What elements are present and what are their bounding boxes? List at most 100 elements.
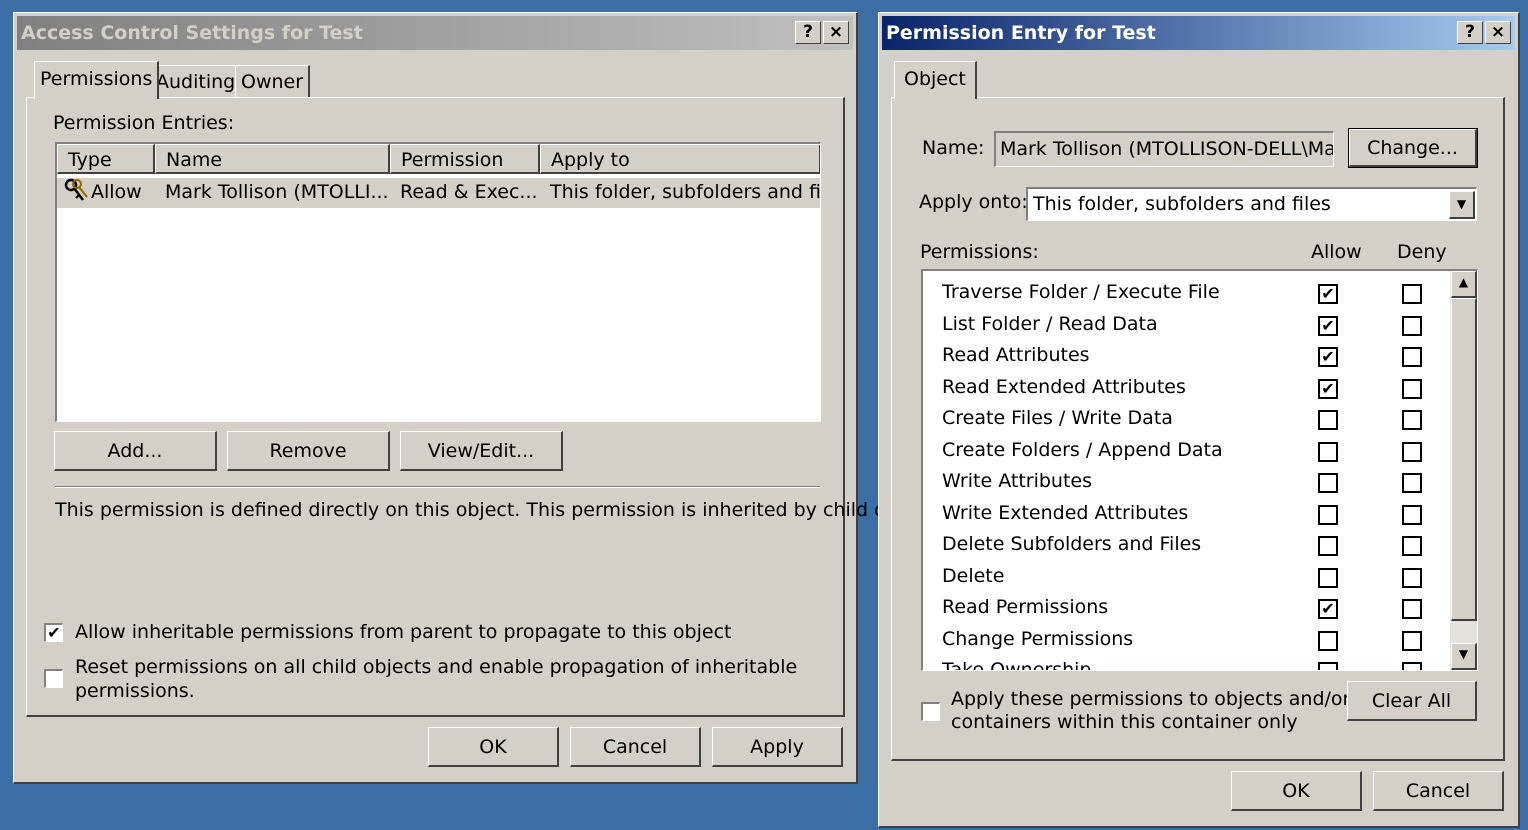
apply-button[interactable]: Apply [712, 727, 843, 767]
deny-checkbox[interactable] [1402, 662, 1422, 670]
ok-button[interactable]: OK [428, 727, 559, 767]
column-header-permission[interactable]: Permission [390, 144, 540, 174]
change-button[interactable]: Change... [1348, 128, 1478, 168]
apply-onto-dropdown[interactable]: This folder, subfolders and files ▼ [1026, 187, 1477, 221]
cancel-button[interactable]: Cancel [1373, 771, 1504, 811]
access-control-title: Access Control Settings for Test [21, 22, 363, 44]
close-button[interactable]: × [823, 21, 849, 44]
permission-name: Delete [942, 564, 1005, 587]
access-control-dialog: Access Control Settings for Test ? × Per… [13, 12, 949, 784]
allow-checkbox[interactable] [1318, 536, 1338, 556]
permission-name: Write Extended Attributes [942, 501, 1189, 524]
deny-checkbox[interactable] [1402, 630, 1422, 651]
list-item: Change Permissions [923, 626, 1449, 656]
inherit-label[interactable]: Allow inheritable permissions from paren… [75, 621, 731, 643]
reset-label-line2[interactable]: permissions. [75, 680, 195, 702]
deny-column-header: Deny [1397, 241, 1447, 263]
allow-checkbox[interactable] [1318, 662, 1338, 670]
allow-checkbox[interactable] [1318, 410, 1338, 430]
reset-label-line1[interactable]: Reset permissions on all child objects a… [75, 656, 797, 678]
allow-checkbox[interactable] [1318, 567, 1338, 588]
tab-auditing[interactable]: Auditing [150, 65, 243, 97]
column-header-type[interactable]: Type [57, 144, 155, 174]
apply-within-label-line2[interactable]: containers within this container only [951, 711, 1298, 733]
list-item: Delete Subfolders and Files [923, 531, 1449, 561]
allow-column-header: Allow [1311, 241, 1362, 263]
check-icon: ✔ [1321, 378, 1335, 398]
allow-checkbox[interactable]: ✔ [1318, 347, 1338, 367]
apply-onto-value: This folder, subfolders and files [1033, 193, 1331, 215]
deny-checkbox[interactable] [1402, 504, 1422, 525]
scroll-down-icon[interactable]: ▼ [1451, 643, 1477, 670]
keys-icon [63, 178, 89, 212]
scroll-down-glyph: ▼ [1458, 647, 1469, 661]
deny-checkbox[interactable] [1402, 410, 1422, 430]
allow-checkbox[interactable] [1318, 441, 1338, 462]
permission-entry-titlebar[interactable]: Permission Entry for Test ? × [882, 16, 1515, 50]
permission-name: Write Attributes [942, 470, 1092, 492]
allow-checkbox[interactable] [1318, 630, 1338, 651]
tab-owner-label: Owner [241, 71, 304, 93]
deny-checkbox[interactable] [1402, 599, 1422, 619]
deny-checkbox[interactable] [1402, 284, 1422, 304]
apply-within-checkbox[interactable] [921, 702, 940, 721]
column-header-apply-to[interactable]: Apply to [540, 144, 820, 174]
deny-checkbox[interactable] [1402, 567, 1422, 588]
permission-name: Create Files / Write Data [942, 407, 1173, 429]
apply-onto-label: Apply onto: [919, 191, 1028, 213]
list-item: Read Extended Attributes ✔ [923, 374, 1449, 404]
scroll-thumb[interactable] [1451, 298, 1477, 621]
help-button[interactable]: ? [795, 21, 821, 44]
allow-checkbox[interactable] [1318, 504, 1338, 525]
deny-checkbox[interactable] [1402, 347, 1422, 367]
inherit-checkbox[interactable]: ✔ [44, 623, 63, 642]
cancel-button[interactable]: Cancel [570, 727, 701, 767]
permission-name: Take Ownership [942, 659, 1092, 671]
allow-checkbox[interactable]: ✔ [1318, 378, 1338, 399]
permission-name: Traverse Folder / Execute File [942, 281, 1220, 303]
allow-checkbox[interactable] [1318, 473, 1338, 493]
chevron-down-icon[interactable]: ▼ [1449, 191, 1475, 219]
deny-checkbox[interactable] [1402, 378, 1422, 399]
allow-checkbox[interactable]: ✔ [1318, 315, 1338, 336]
allow-checkbox[interactable]: ✔ [1318, 284, 1338, 304]
access-control-titlebar[interactable]: Access Control Settings for Test ? × [17, 16, 853, 50]
permission-name: Change Permissions [942, 627, 1134, 650]
deny-checkbox[interactable] [1402, 536, 1422, 556]
permissions-list[interactable]: Traverse Folder / Execute File ✔ List Fold… [921, 269, 1478, 671]
check-icon: ✔ [1321, 599, 1335, 618]
scroll-up-icon[interactable]: ▲ [1451, 271, 1477, 298]
clear-all-button[interactable]: Clear All [1347, 681, 1477, 721]
close-button[interactable]: × [1485, 21, 1511, 44]
tab-owner[interactable]: Owner [235, 65, 311, 97]
deny-checkbox[interactable] [1402, 473, 1422, 493]
remove-button[interactable]: Remove [227, 431, 390, 471]
list-item: Create Files / Write Data [923, 405, 1449, 435]
tab-object[interactable]: Object [894, 61, 977, 99]
permission-name: Read Attributes [942, 344, 1090, 366]
deny-checkbox[interactable] [1402, 441, 1422, 462]
column-header-name[interactable]: Name [155, 144, 390, 174]
row-name: Mark Tollison (MTOLLI... [165, 181, 389, 203]
deny-checkbox[interactable] [1402, 315, 1422, 336]
permissions-scrollbar[interactable]: ▲ ▼ [1450, 271, 1477, 670]
view-edit-button[interactable]: View/Edit... [400, 431, 563, 471]
permission-entries-list[interactable]: Type Name Permission Apply to Allow Mark… [55, 142, 821, 422]
ok-button[interactable]: OK [1231, 771, 1362, 811]
column-type-label: Type [68, 149, 112, 171]
scroll-up-glyph: ▲ [1458, 275, 1469, 289]
add-button[interactable]: Add... [54, 431, 217, 471]
list-item: Read Permissions ✔ [923, 594, 1449, 624]
permission-description: This permission is defined directly on t… [55, 499, 949, 521]
permission-entry-dialog: Permission Entry for Test ? × Object Nam… [878, 12, 1520, 828]
tab-permissions[interactable]: Permissions [34, 61, 160, 99]
check-icon: ✔ [47, 623, 61, 642]
allow-checkbox[interactable]: ✔ [1318, 599, 1338, 619]
apply-within-label-line1[interactable]: Apply these permissions to objects and/o… [951, 688, 1350, 710]
reset-checkbox[interactable] [44, 669, 63, 688]
permission-name: Read Permissions [942, 596, 1109, 618]
table-row[interactable]: Allow Mark Tollison (MTOLLI... Read & Ex… [57, 178, 820, 208]
help-button[interactable]: ? [1457, 21, 1483, 44]
check-icon: ✔ [1321, 347, 1335, 366]
tab-auditing-label: Auditing [156, 71, 236, 93]
